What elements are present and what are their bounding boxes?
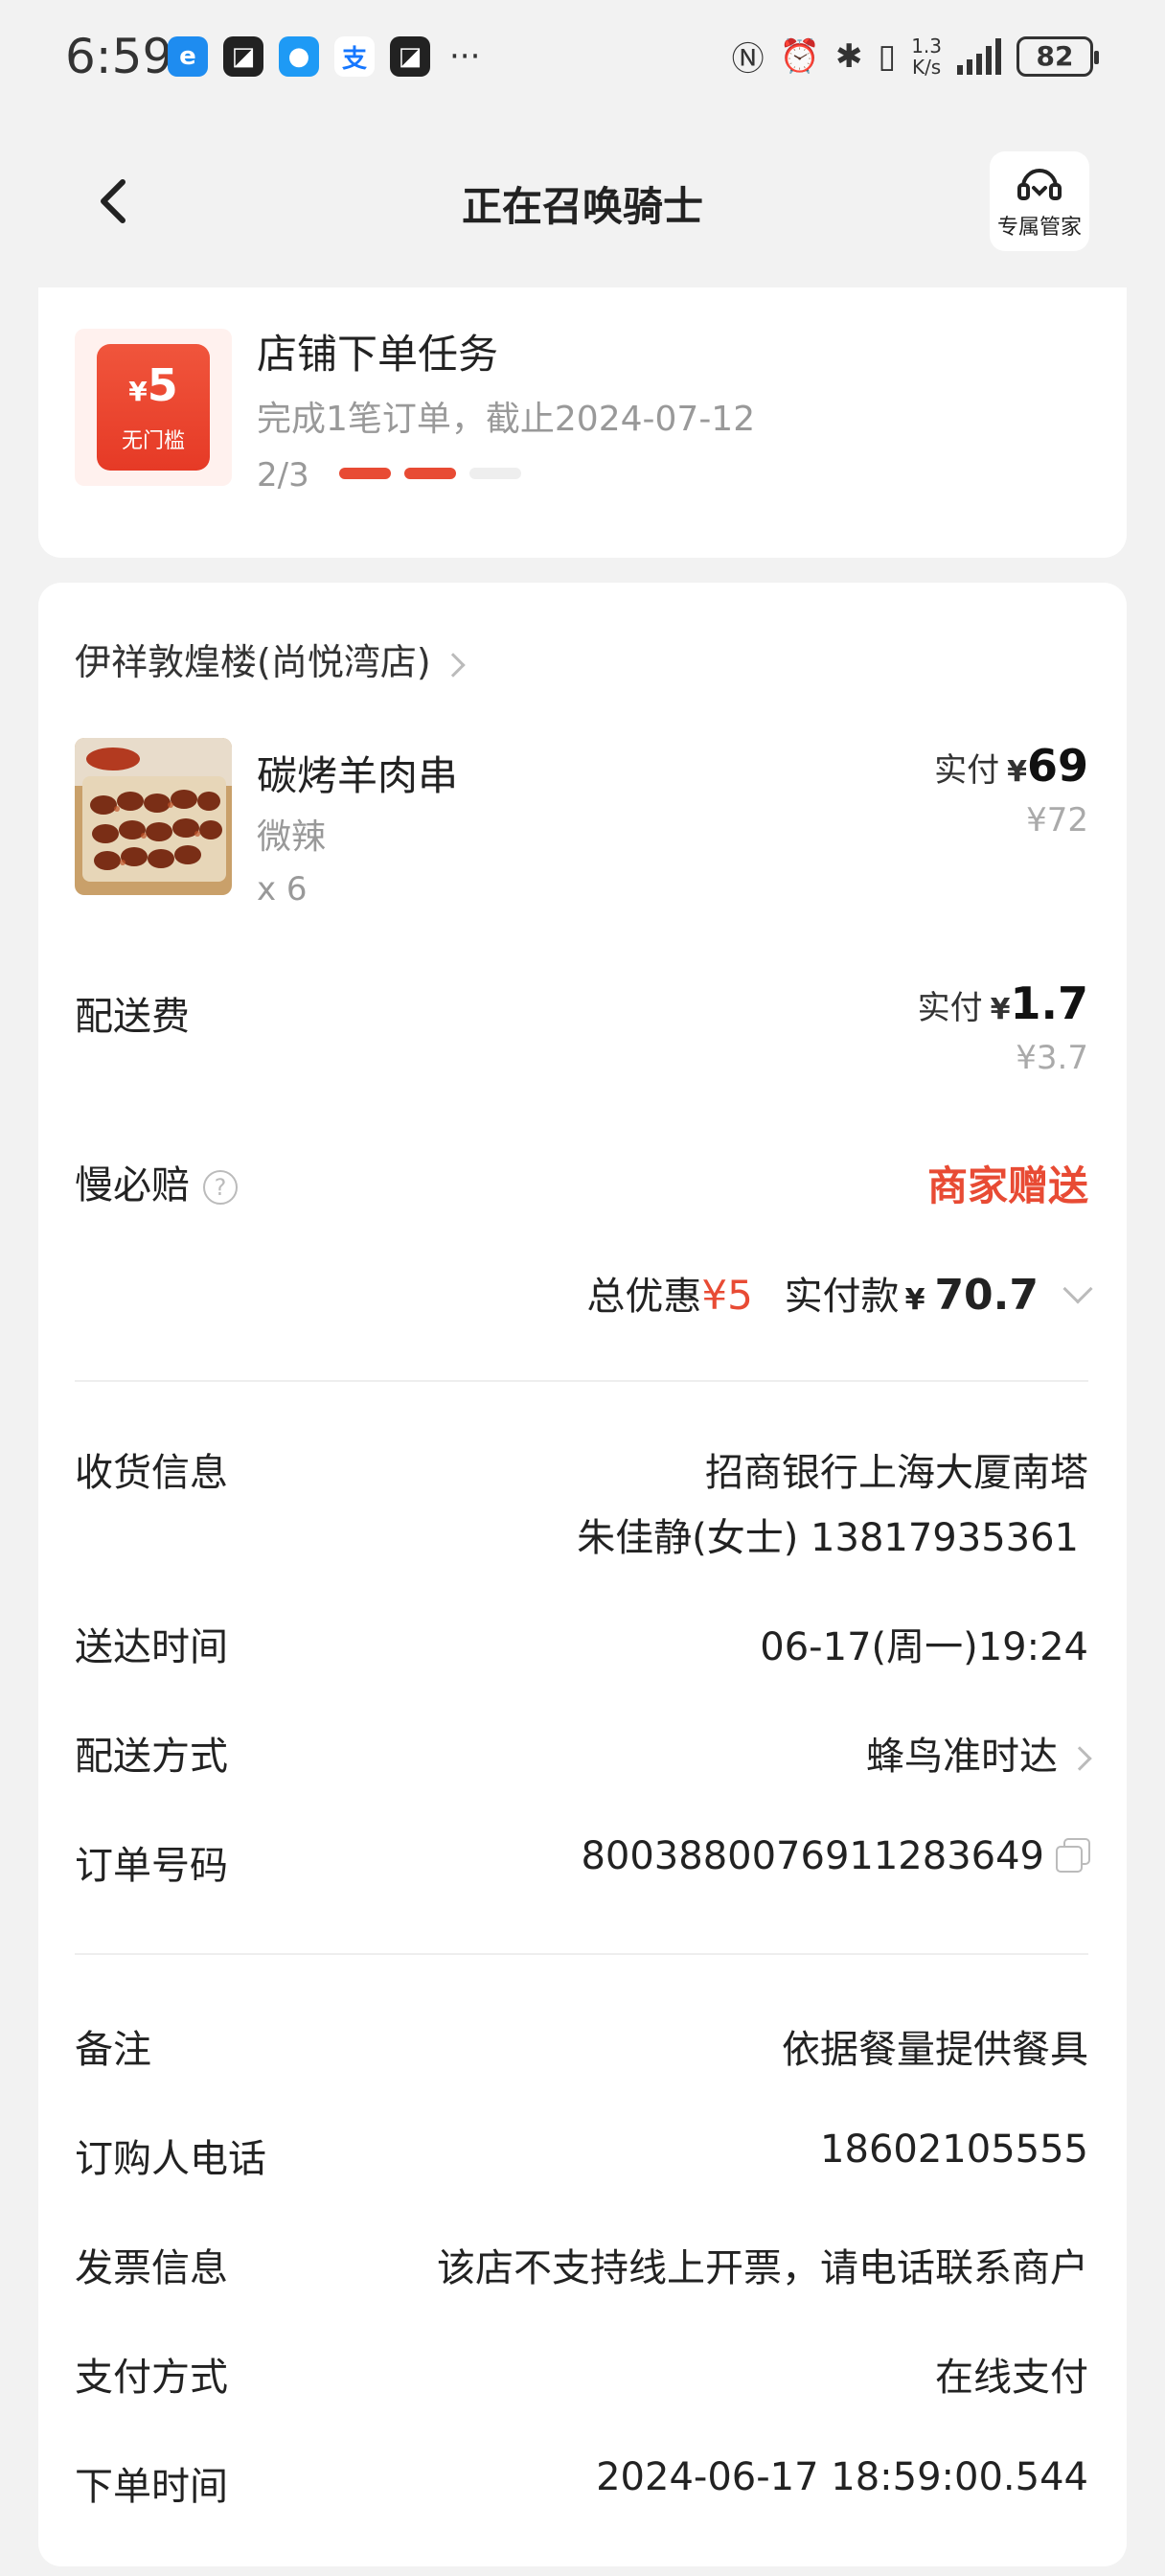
status-bar: 6:59 e ◪ ● 支 ◪ ··· Ⓝ ⏰ ✱ ▯ 1.3 K/s 82: [0, 0, 1165, 115]
task-title: 店铺下单任务: [257, 331, 499, 378]
network-speed-unit: K/s: [911, 55, 942, 79]
delivery-fee-paid-line: 实付 ¥1.7: [917, 978, 1089, 1029]
task-progress-bar: [339, 468, 521, 479]
browser-app-icon: e: [168, 36, 208, 77]
notes-app-icon: ◪: [223, 36, 263, 77]
remark-label: 备注: [75, 2028, 151, 2072]
task-progress-text: 2/3: [257, 456, 309, 494]
coupon-label: 无门槛: [121, 428, 185, 453]
progress-segment: [404, 468, 456, 479]
shop-order-task-card[interactable]: ¥5 无门槛 店铺下单任务 完成1笔订单，截止2024-07-12 2/3: [38, 288, 1127, 558]
buyer-phone-label: 订购人电话: [75, 2137, 266, 2181]
status-time: 6:59: [65, 29, 173, 84]
order-total-summary[interactable]: 总优惠¥5 实付款 ¥70.7: [586, 1265, 1093, 1321]
battery-icon: 82: [1017, 35, 1099, 77]
order-detail-card: 伊祥敦煌楼(尚悦湾店) 碳烤羊肉串 微辣 x 6 实付¥69 ¥72 配送费: [38, 583, 1127, 2566]
receiver-address: 招商银行上海大厦南塔: [705, 1451, 1088, 1495]
order-number-label: 订单号码: [75, 1844, 228, 1888]
shop-name: 伊祥敦煌楼(尚悦湾店): [75, 641, 431, 683]
paid-total-amount: 70.7: [934, 1271, 1039, 1320]
order-time: 2024-06-17 18:59:00.544: [596, 2455, 1088, 2499]
chevron-right-icon: [440, 652, 466, 678]
delivery-time-label: 送达时间: [75, 1625, 228, 1669]
paid-total-label: 实付款: [784, 1275, 900, 1319]
invoice-label: 发票信息: [75, 2246, 228, 2290]
coupon-amount: ¥5: [128, 358, 178, 411]
alarm-icon: ⏰: [779, 36, 820, 76]
message-app-icon: ●: [279, 36, 319, 77]
system-status: Ⓝ ⏰ ✱ ▯ 1.3 K/s 82: [731, 33, 1099, 80]
item-paid-amount: 69: [1026, 740, 1088, 792]
delivery-method-label: 配送方式: [75, 1735, 228, 1779]
network-speed-value: 1.3: [911, 34, 942, 58]
shop-name-link[interactable]: 伊祥敦煌楼(尚悦湾店): [75, 632, 1088, 685]
order-time-label: 下单时间: [75, 2465, 228, 2509]
bluetooth-icon: ✱: [834, 36, 863, 76]
slow-compensation-value: 商家赠送: [926, 1162, 1088, 1209]
discount-label: 总优惠: [586, 1275, 702, 1319]
notification-icons: e ◪ ● 支 ◪ ···: [168, 36, 480, 77]
manager-label: 专属管家: [996, 216, 1082, 240]
remark: 依据餐量提供餐具: [782, 2028, 1088, 2072]
item-spec: 微辣: [257, 817, 327, 857]
copy-icon[interactable]: [1056, 1838, 1090, 1873]
nav-bar: 正在召唤骑士 专属管家: [0, 144, 1165, 259]
coupon-ticket: ¥5 无门槛: [97, 344, 210, 471]
delivery-fee-price: 实付 ¥1.7 ¥3.7: [918, 978, 1088, 1077]
nfc-icon: Ⓝ: [731, 40, 765, 79]
progress-segment: [469, 468, 521, 479]
receiver-contact: 朱佳静(女士) 13817935361: [577, 1516, 1079, 1560]
item-original-price: ¥72: [1026, 801, 1088, 840]
delivery-fee-paid-amount: 1.7: [1010, 978, 1089, 1029]
delivery-time: 06-17(周一)19:24: [760, 1625, 1088, 1669]
coupon-badge: ¥5 无门槛: [75, 329, 232, 486]
item-name: 碳烤羊肉串: [257, 752, 459, 799]
delivery-fee-original-price: ¥3.7: [1016, 1039, 1088, 1077]
slow-compensation-label: 慢必赔?: [75, 1154, 238, 1209]
divider: [75, 1380, 1088, 1382]
vibrate-icon: ▯: [878, 36, 897, 76]
item-image[interactable]: [75, 738, 232, 895]
notes-app-icon-2: ◪: [390, 36, 430, 77]
delivery-method-link[interactable]: 蜂鸟准时达: [866, 1725, 1092, 1781]
discount-value: ¥5: [701, 1272, 753, 1319]
exclusive-manager-button[interactable]: 专属管家: [990, 151, 1089, 251]
item-price: 实付 ¥69 ¥72: [934, 740, 1088, 840]
order-number: 8003880076911283649: [581, 1834, 1044, 1878]
payment-method: 在线支付: [935, 2356, 1088, 2400]
order-number-row: 8003880076911283649: [581, 1834, 1090, 1878]
invoice-info: 该店不支持线上开票，请电话联系商户: [437, 2246, 1088, 2290]
item-quantity: x 6: [257, 870, 308, 908]
more-notifications-icon: ···: [449, 37, 481, 76]
network-speed: 1.3 K/s: [911, 35, 942, 78]
item-paid-line: 实付 ¥69: [934, 740, 1088, 792]
alipay-app-icon: 支: [334, 36, 375, 77]
receiver-label: 收货信息: [75, 1451, 228, 1495]
signal-icon: [957, 37, 1001, 75]
headset-icon: [1017, 169, 1062, 200]
payment-method-label: 支付方式: [75, 2356, 228, 2400]
progress-segment: [339, 468, 391, 479]
chevron-right-icon: [1067, 1746, 1092, 1771]
help-icon[interactable]: ?: [203, 1170, 238, 1205]
delivery-fee-label: 配送费: [75, 995, 190, 1039]
delivery-method: 蜂鸟准时达: [866, 1735, 1058, 1779]
buyer-phone[interactable]: 18602105555: [820, 2128, 1088, 2172]
divider: [75, 1953, 1088, 1955]
chevron-down-icon[interactable]: [1062, 1274, 1093, 1304]
lamb-skewer-image: [75, 738, 232, 895]
task-description: 完成1笔订单，截止2024-07-12: [257, 400, 756, 439]
